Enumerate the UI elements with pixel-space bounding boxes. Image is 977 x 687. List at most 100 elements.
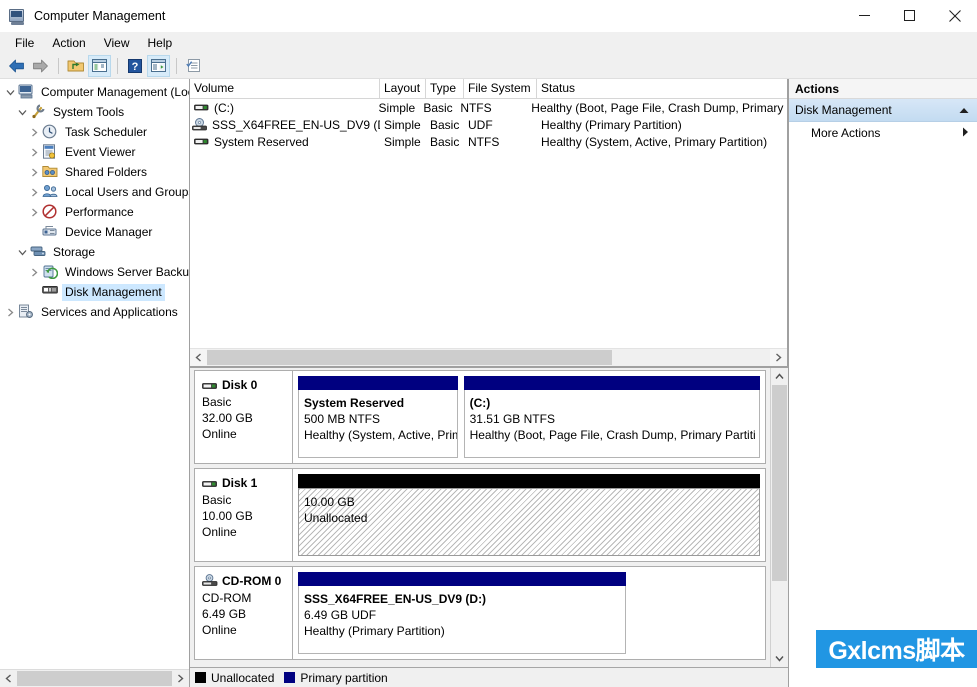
tree-scroll-track[interactable] [17,670,172,687]
properties-button[interactable] [182,55,205,77]
volume-disk-icon [194,136,210,148]
sidebar-item-performance[interactable]: Performance [0,202,189,222]
help-button[interactable]: ? [123,55,146,77]
sidebar-item-system-tools[interactable]: System Tools [0,102,189,122]
volume-list-horizontal-scrollbar[interactable] [190,348,787,366]
disk-scroll-track[interactable] [771,385,788,650]
actions-group-disk-management[interactable]: Disk Management [789,99,977,122]
scroll-down-icon[interactable] [771,650,788,667]
chevron-down-icon[interactable] [2,84,18,100]
partition-status: Unallocated [304,511,368,525]
chevron-right-icon[interactable] [26,144,42,160]
actions-pane: Actions Disk Management More Actions [789,79,977,687]
disk-title: CD-ROM 0 [202,573,292,589]
sidebar-item-label: Computer Management (Local [41,84,189,99]
scroll-left-icon[interactable] [0,670,17,687]
tree-horizontal-scrollbar[interactable] [0,669,189,687]
scroll-right-icon[interactable] [172,670,189,687]
sidebar-item-device-manager[interactable]: Device Manager [0,222,189,242]
sidebar-item-services-and-applications[interactable]: Services and Applications [0,302,189,322]
chevron-right-icon[interactable] [2,304,18,320]
up-one-level-button[interactable] [64,55,87,77]
chevron-right-icon[interactable] [26,124,42,140]
volume-name: System Reserved [214,134,309,149]
sidebar-item-label: Windows Server Backup [65,264,189,279]
sidebar-item-disk-management[interactable]: Disk Management [0,282,189,302]
computer-management-icon [9,8,25,25]
sidebar-item-storage[interactable]: Storage [0,242,189,262]
partition-unallocated[interactable]: 10.00 GB Unallocated [298,474,760,556]
device-manager-icon [42,224,59,240]
sidebar-item-shared-folders[interactable]: Shared Folders [0,162,189,182]
menu-action[interactable]: Action [43,34,94,52]
back-button[interactable] [5,55,28,77]
volume-scroll-thumb[interactable] [207,350,613,365]
sidebar-item-task-scheduler[interactable]: Task Scheduler [0,122,189,142]
scroll-right-icon[interactable] [770,349,787,366]
partition-c-drive[interactable]: (C:) 31.51 GB NTFS Healthy (Boot, Page F… [463,376,760,458]
watermark-text: Gxlcms脚本 [828,637,965,665]
volume-scroll-track[interactable] [207,349,770,366]
volume-name: SSS_X64FREE_EN-US_DV9 (D:) [212,117,380,132]
forward-button[interactable] [29,55,52,77]
disk-info-cdrom-0[interactable]: CD-ROM 0 CD-ROM 6.49 GB Online [195,567,293,659]
computer-management-window: Computer Management File Action View Hel… [0,0,977,687]
disk-scroll-thumb[interactable] [772,385,787,582]
disk-title: Disk 0 [202,377,292,393]
column-header-status[interactable]: Status [537,79,787,98]
chevron-right-icon[interactable] [26,164,42,180]
show-action-pane-button[interactable] [147,54,170,77]
disk-row-cdrom-0[interactable]: CD-ROM 0 CD-ROM 6.49 GB Online SSS_X64FR… [194,566,766,660]
table-row[interactable]: (C:) Simple Basic NTFS Healthy (Boot, Pa… [190,99,787,116]
disk-kind: CD-ROM [202,591,252,605]
partition-system-reserved[interactable]: System Reserved 500 MB NTFS Healthy (Sys… [298,376,458,458]
table-row[interactable]: SSS_X64FREE_EN-US_DV9 (D:) Simple Basic … [190,116,787,133]
disk-info-disk-1[interactable]: Disk 1 Basic 10.00 GB Online [195,469,293,561]
menu-view[interactable]: View [95,34,139,52]
column-header-layout[interactable]: Layout [380,79,426,98]
chevron-down-icon[interactable] [14,244,30,260]
toolbar: ? [0,53,977,79]
disk-scroll-area: Disk 0 Basic 32.00 GB Online System Rese… [190,368,770,667]
chevron-right-icon[interactable] [26,264,42,280]
chevron-right-icon[interactable] [26,204,42,220]
scroll-up-icon[interactable] [771,368,788,385]
column-header-file-system[interactable]: File System [464,79,537,98]
volume-list: Volume Layout Type File System Status (C… [190,79,788,367]
chevron-up-icon[interactable] [959,103,969,117]
partition-color-bar [298,572,627,586]
sidebar-item-computer-management[interactable]: Computer Management (Local [0,82,189,102]
disk-info-disk-0[interactable]: Disk 0 Basic 32.00 GB Online [195,371,293,463]
volume-name: (C:) [214,100,234,115]
actions-item-more-actions[interactable]: More Actions [789,122,977,144]
console-tree: Computer Management (Local System Tools … [0,79,189,669]
sidebar-item-label: Performance [65,204,134,219]
tree-scroll-thumb[interactable] [17,671,172,686]
chevron-right-icon[interactable] [26,184,42,200]
maximize-button[interactable] [887,0,932,31]
column-header-volume[interactable]: Volume [190,79,380,98]
volume-status: Healthy (System, Active, Primary Partiti… [541,134,768,149]
partition-d-drive[interactable]: SSS_X64FREE_EN-US_DV9 (D:) 6.49 GB UDF H… [298,572,627,654]
services-icon [18,304,35,320]
disk-view-vertical-scrollbar[interactable] [770,368,788,667]
partition-details: SSS_X64FREE_EN-US_DV9 (D:) 6.49 GB UDF H… [298,586,627,654]
sidebar-item-event-viewer[interactable]: Event Viewer [0,142,189,162]
show-hide-console-tree-button[interactable] [88,54,111,77]
sidebar-item-local-users-and-groups[interactable]: Local Users and Groups [0,182,189,202]
chevron-right-icon[interactable] [962,126,969,140]
menu-help[interactable]: Help [139,34,182,52]
minimize-button[interactable] [842,0,887,31]
column-header-type[interactable]: Type [426,79,464,98]
disk-management-icon [42,284,59,300]
chevron-down-icon[interactable] [14,104,30,120]
disk-row-disk-0[interactable]: Disk 0 Basic 32.00 GB Online System Rese… [194,370,766,464]
scroll-left-icon[interactable] [190,349,207,366]
disk-row-disk-1[interactable]: Disk 1 Basic 10.00 GB Online 10.00 GB Un… [194,468,766,562]
volume-file-system: UDF [468,117,493,132]
sidebar-item-windows-server-backup[interactable]: Windows Server Backup [0,262,189,282]
disk-state: Online [202,427,237,441]
menu-file[interactable]: File [6,34,43,52]
close-button[interactable] [932,0,977,31]
table-row[interactable]: System Reserved Simple Basic NTFS Health… [190,133,787,150]
